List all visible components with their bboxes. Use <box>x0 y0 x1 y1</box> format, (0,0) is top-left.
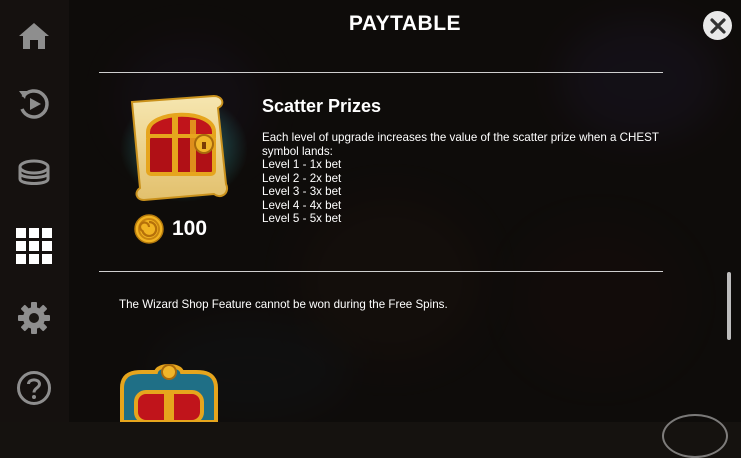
level-1-text: Level 1 - 1x bet <box>262 158 342 171</box>
bet-button[interactable] <box>12 152 56 196</box>
divider-top <box>99 72 663 73</box>
autoplay-button[interactable] <box>12 82 56 126</box>
wizard-shop-chest-icon <box>120 364 218 422</box>
sidebar <box>0 0 69 422</box>
level-2-text: Level 2 - 2x bet <box>262 171 342 185</box>
close-button[interactable] <box>703 11 732 40</box>
coin-stack-icon <box>18 159 50 185</box>
autoplay-icon <box>19 89 49 119</box>
paytable-button[interactable] <box>12 224 56 268</box>
level-3-text: Level 3 - 3x bet <box>262 185 342 198</box>
spin-button-edge[interactable] <box>662 414 728 458</box>
coin-value: 100 <box>172 217 208 240</box>
level-5-text: Level 5 - 5x bet <box>262 212 342 225</box>
help-icon <box>17 371 51 405</box>
chest-scatter-icon <box>120 94 248 202</box>
home-icon <box>19 23 49 49</box>
wizard-shop-note: The Wizard Shop Feature cannot be won du… <box>119 298 448 311</box>
help-button[interactable] <box>12 366 56 410</box>
close-icon <box>709 17 726 34</box>
page-title: PAYTABLE <box>348 12 462 35</box>
gear-icon <box>18 302 50 334</box>
grid-icon <box>16 228 52 264</box>
home-button[interactable] <box>12 14 56 58</box>
level-4-text: Level 4 - 4x bet <box>262 198 342 212</box>
scatter-coin-prize: 100 <box>134 214 207 244</box>
description-line: Each level of upgrade increases the valu… <box>262 131 659 144</box>
scrollbar-thumb[interactable] <box>727 272 731 340</box>
scatter-description: Each level of upgrade increases the valu… <box>262 131 672 226</box>
coin-icon <box>134 214 164 244</box>
divider-middle <box>99 271 663 272</box>
scatter-prizes-title: Scatter Prizes <box>262 96 382 116</box>
settings-button[interactable] <box>12 296 56 340</box>
description-line: symbol lands: <box>262 144 333 158</box>
